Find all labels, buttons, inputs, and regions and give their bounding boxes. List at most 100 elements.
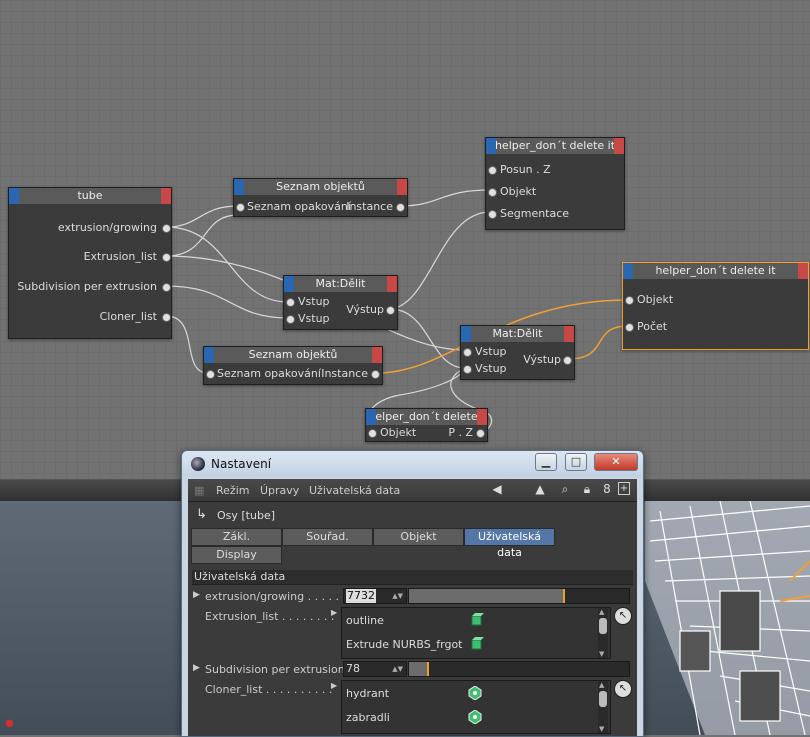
- tab-zakl[interactable]: Zákl.: [191, 528, 282, 546]
- port-dot-mat2-out[interactable]: [563, 356, 572, 365]
- scroll-up-icon[interactable]: ▲: [599, 608, 604, 616]
- extrusion-value-field[interactable]: 7732 ▲▼: [343, 588, 407, 604]
- subdivision-value-field[interactable]: 78 ▲▼: [343, 661, 407, 677]
- port-out-red[interactable]: [564, 326, 574, 342]
- node-helper-2[interactable]: helper_don´t delete it Objekt Počet: [622, 262, 809, 350]
- port-in-blue[interactable]: [366, 409, 376, 425]
- subdivision-slider[interactable]: [408, 661, 630, 677]
- port-in-blue[interactable]: [204, 347, 214, 363]
- pick-object-icon[interactable]: ↖: [614, 607, 632, 625]
- port-dot-seznam2-out[interactable]: [371, 370, 380, 379]
- scroll-down-icon[interactable]: ▼: [599, 650, 604, 658]
- tab-uzivatelska-data[interactable]: Uživatelská data: [464, 528, 555, 559]
- cloner-list-scrollbar[interactable]: ▲ ▼: [598, 681, 608, 733]
- port-dot-cloner[interactable]: [162, 313, 171, 322]
- node-mat-delit-1[interactable]: Mat:Dělit Vstup Vstup Výstup: [283, 275, 398, 330]
- port-dot-seznam1-in[interactable]: [236, 203, 245, 212]
- node-seznam-objektu-1[interactable]: Seznam objektů Seznam opakování Instance: [233, 178, 408, 217]
- grip-icon[interactable]: ▦: [194, 484, 204, 497]
- scroll-thumb[interactable]: [599, 691, 607, 707]
- node-helper-3[interactable]: elper_don´t delete Objekt P . Z: [365, 408, 488, 442]
- node-helper3-header[interactable]: elper_don´t delete: [366, 409, 487, 425]
- new-panel-icon[interactable]: +: [618, 482, 630, 495]
- settings-window[interactable]: Nastavení ▁ □ ✕ ▦ Režim Úpravy Uživatels…: [181, 450, 644, 737]
- extrusion-slider-handle[interactable]: [563, 589, 565, 603]
- port-out-red[interactable]: [798, 263, 808, 279]
- close-button[interactable]: ✕: [594, 453, 638, 471]
- port-dot-mat2-in1[interactable]: [463, 348, 472, 357]
- port-dot-helper2-objekt[interactable]: [625, 296, 634, 305]
- stepper-arrows-icon[interactable]: ▲▼: [392, 589, 403, 603]
- port-dot-seznam1-out[interactable]: [396, 203, 405, 212]
- port-in-blue[interactable]: [461, 326, 471, 342]
- menu-rezim[interactable]: Režim: [216, 484, 249, 497]
- list-item[interactable]: hydrant: [346, 687, 389, 700]
- arrow-up-icon[interactable]: ▲: [533, 482, 547, 496]
- port-dot-extrusion-list[interactable]: [162, 253, 171, 262]
- port-dot-helper3-in[interactable]: [368, 429, 377, 438]
- port-dot-helper1-seg[interactable]: [488, 210, 497, 219]
- node-seznam2-header[interactable]: Seznam objektů: [204, 347, 382, 363]
- port-in-blue[interactable]: [234, 179, 244, 195]
- port-dot-extrusion[interactable]: [162, 224, 171, 233]
- node-helper2-header[interactable]: helper_don´t delete it: [623, 263, 808, 279]
- list-item[interactable]: outline: [346, 614, 384, 627]
- port-dot-helper1-objekt[interactable]: [488, 188, 497, 197]
- anim-keyframe-icon[interactable]: ▶: [193, 590, 200, 600]
- node-tube[interactable]: tube extrusion/growing Extrusion_list Su…: [8, 187, 172, 339]
- node-mat2-header[interactable]: Mat:Dělit: [461, 326, 574, 342]
- port-dot-helper1-posun[interactable]: [488, 166, 497, 175]
- extrusion-list-scrollbar[interactable]: ▲ ▼: [598, 608, 608, 658]
- node-helper-1[interactable]: helper_don´t delete it Posun . Z Objekt …: [485, 137, 625, 230]
- port-in-blue[interactable]: [284, 276, 294, 292]
- port-out-red[interactable]: [387, 276, 397, 292]
- port-dot-mat2-in2[interactable]: [463, 365, 472, 374]
- node-helper1-header[interactable]: helper_don´t delete it: [486, 138, 624, 154]
- tab-display[interactable]: Display: [191, 546, 282, 564]
- port-dot-helper3-out[interactable]: [476, 429, 485, 438]
- port-out-red[interactable]: [614, 138, 624, 154]
- port-dot-subdivision[interactable]: [162, 283, 171, 292]
- tab-sourad[interactable]: Souřad.: [282, 528, 373, 546]
- port-dot-mat1-out[interactable]: [386, 306, 395, 315]
- link-icon[interactable]: 8: [600, 482, 614, 496]
- list-expand-icon[interactable]: ▶: [331, 608, 337, 617]
- port-dot-helper2-pocet[interactable]: [625, 323, 634, 332]
- port-out-red[interactable]: [477, 409, 487, 425]
- node-tube-header[interactable]: tube: [9, 188, 171, 204]
- anim-keyframe-icon[interactable]: ▶: [193, 663, 200, 673]
- maximize-button[interactable]: □: [565, 453, 587, 471]
- port-in-blue[interactable]: [486, 138, 496, 154]
- port-dot-seznam2-in[interactable]: [206, 370, 215, 379]
- port-dot-mat1-in1[interactable]: [286, 298, 295, 307]
- scroll-down-icon[interactable]: ▼: [599, 725, 604, 733]
- list-expand-icon[interactable]: ▶: [331, 681, 337, 690]
- node-mat-delit-2[interactable]: Mat:Dělit Vstup Vstup Výstup: [460, 325, 575, 380]
- list-item[interactable]: zabradli: [346, 711, 390, 724]
- node-seznam-objektu-2[interactable]: Seznam objektů Seznam opakování Instance: [203, 346, 383, 385]
- menu-upravy[interactable]: Úpravy: [260, 484, 299, 497]
- scroll-thumb[interactable]: [599, 618, 607, 634]
- lock-icon[interactable]: 🔒︎: [580, 482, 594, 496]
- extrusion-slider[interactable]: [408, 588, 630, 604]
- menu-uzivatelska-data[interactable]: Uživatelská data: [309, 484, 400, 497]
- tab-objekt[interactable]: Objekt: [373, 528, 464, 546]
- scroll-up-icon[interactable]: ▲: [599, 681, 604, 689]
- window-titlebar[interactable]: Nastavení ▁ □ ✕: [182, 451, 643, 477]
- port-out-red[interactable]: [372, 347, 382, 363]
- pick-object-icon[interactable]: ↖: [614, 680, 632, 698]
- port-out-red[interactable]: [397, 179, 407, 195]
- search-icon[interactable]: ⌕: [558, 482, 572, 496]
- port-in-blue[interactable]: [623, 263, 633, 279]
- subdivision-slider-handle[interactable]: [426, 662, 429, 676]
- list-item[interactable]: Extrude NURBS_frgot: [346, 638, 463, 651]
- port-out-red[interactable]: [161, 188, 171, 204]
- node-mat1-header[interactable]: Mat:Dělit: [284, 276, 397, 292]
- cloner-list-box[interactable]: hydrant zabradli ▲ ▼: [341, 680, 611, 734]
- stepper-arrows-icon[interactable]: ▲▼: [392, 662, 403, 676]
- extrusion-list-box[interactable]: outline Extrude NURBS_frgot ▲ ▼: [341, 607, 611, 659]
- port-in-blue[interactable]: [9, 188, 19, 204]
- port-dot-mat1-in2[interactable]: [286, 315, 295, 324]
- arrow-left-icon[interactable]: ◀: [490, 482, 504, 496]
- node-seznam1-header[interactable]: Seznam objektů: [234, 179, 407, 195]
